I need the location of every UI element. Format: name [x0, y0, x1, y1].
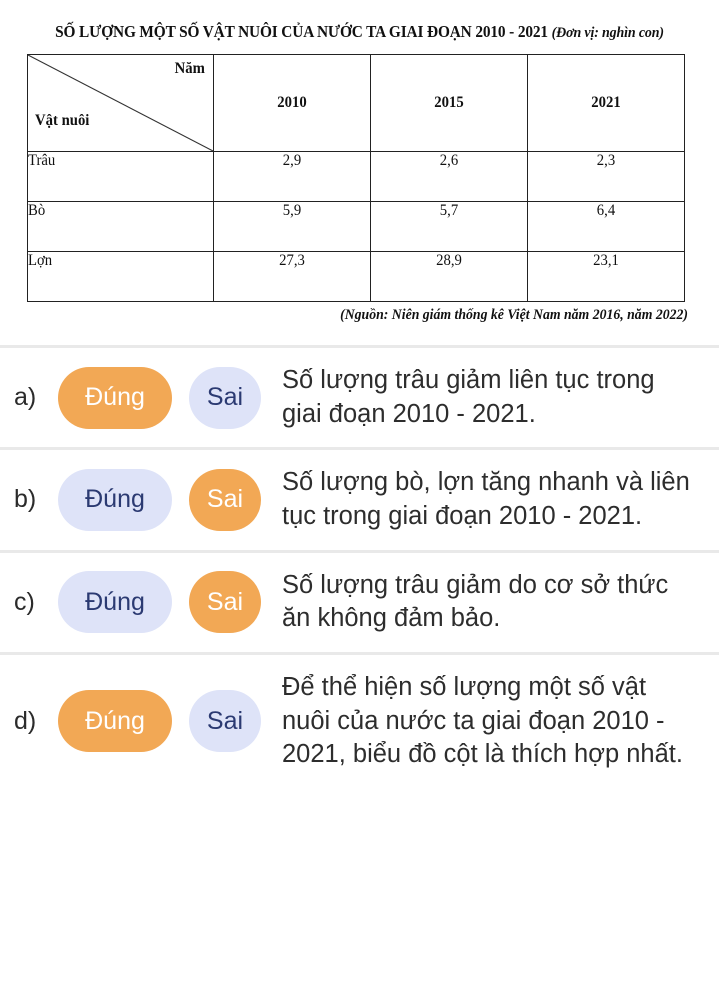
page-title: SỐ LƯỢNG MỘT SỐ VẬT NUÔI CỦA NƯỚC TA GIA… [34, 22, 684, 42]
row-label-lon: Lợn [27, 251, 214, 302]
cell-trau-2015-text: 2,6 [439, 152, 459, 169]
table-row: Bò 5,9 5,7 6,4 [27, 201, 685, 252]
table-row: Lợn 27,3 28,9 23,1 [27, 251, 685, 302]
question-text-d: Để thể hiện số lượng một số vật nuôi của… [282, 672, 683, 769]
question-text-a: Số lượng trâu giảm liên tục trong giai đ… [282, 366, 655, 428]
question-key-d: d) [14, 706, 37, 735]
row-label-bo-text: Bò [28, 202, 46, 219]
column-header-2015-text: 2015 [434, 94, 464, 111]
cell-lon-2021-text: 23,1 [593, 252, 619, 269]
column-header-2021-text: 2021 [591, 94, 621, 111]
cell-lon-2015: 28,9 [370, 251, 528, 302]
question-key-b: b) [14, 485, 37, 514]
cell-bo-2015: 5,7 [370, 201, 528, 252]
answer-pills-b: Đúng Sai [58, 468, 276, 531]
question-row-c: c) Đúng Sai Số lượng trâu giảm do cơ sở … [0, 553, 719, 652]
answer-sai-a[interactable]: Sai [189, 366, 261, 429]
page-title-block: SỐ LƯỢNG MỘT SỐ VẬT NUÔI CỦA NƯỚC TA GIA… [0, 0, 719, 42]
answer-sai-c[interactable]: Sai [189, 571, 261, 634]
cell-lon-2010: 27,3 [213, 251, 371, 302]
cell-trau-2010: 2,9 [213, 151, 371, 202]
page-title-unit: (Đơn vị: nghìn con) [551, 25, 664, 41]
table-header-row: Năm Vật nuôi 2010 2015 2021 [27, 54, 685, 152]
cell-lon-2010-text: 27,3 [279, 252, 305, 269]
cell-bo-2010: 5,9 [213, 201, 371, 252]
cell-lon-2015-text: 28,9 [436, 252, 462, 269]
answer-pills-c: Đúng Sai [58, 571, 276, 634]
row-label-trau-text: Trâu [28, 152, 56, 169]
cell-bo-2015-text: 5,7 [439, 202, 459, 219]
question-row-d: d) Đúng Sai Để thể hiện số lượng một số … [0, 655, 719, 788]
table-corner-cell: Năm Vật nuôi [27, 54, 214, 152]
answer-dung-c[interactable]: Đúng [58, 571, 172, 634]
question-text-c: Số lượng trâu giảm do cơ sở thức ăn khôn… [282, 570, 669, 633]
table-row: Trâu 2,9 2,6 2,3 [27, 151, 685, 202]
cell-trau-2021: 2,3 [527, 151, 685, 202]
row-label-bo: Bò [27, 201, 214, 252]
corner-year-label: Năm [174, 60, 205, 77]
answer-sai-d[interactable]: Sai [189, 690, 261, 753]
cell-bo-2021: 6,4 [527, 201, 685, 252]
cell-trau-2021-text: 2,3 [596, 152, 616, 169]
question-row-b: b) Đúng Sai Số lượng bò, lợn tăng nhanh … [0, 450, 719, 549]
cell-trau-2015: 2,6 [370, 151, 528, 202]
question-key-c: c) [14, 587, 35, 616]
cell-lon-2021: 23,1 [527, 251, 685, 302]
cell-bo-2021-text: 6,4 [596, 202, 616, 219]
column-header-2021: 2021 [527, 54, 685, 152]
answer-dung-b[interactable]: Đúng [58, 468, 172, 531]
answer-pills-a: Đúng Sai [58, 366, 276, 429]
corner-animal-label: Vật nuôi [35, 112, 90, 129]
statistics-table: Năm Vật nuôi 2010 2015 2021 Trâu 2,9 2,6… [27, 54, 685, 302]
row-label-trau: Trâu [27, 151, 214, 202]
answer-sai-b[interactable]: Sai [189, 468, 261, 531]
question-row-a: a) Đúng Sai Số lượng trâu giảm liên tục … [0, 348, 719, 447]
column-header-2015: 2015 [370, 54, 528, 152]
table-source-note: (Nguồn: Niên giám thống kê Việt Nam năm … [340, 307, 688, 323]
question-list: a) Đúng Sai Số lượng trâu giảm liên tục … [0, 345, 719, 788]
cell-bo-2010-text: 5,9 [282, 202, 302, 219]
row-label-lon-text: Lợn [28, 252, 53, 269]
column-header-2010: 2010 [213, 54, 371, 152]
answer-dung-a[interactable]: Đúng [58, 366, 172, 429]
cell-trau-2010-text: 2,9 [282, 152, 302, 169]
statistics-table-wrapper: Năm Vật nuôi 2010 2015 2021 Trâu 2,9 2,6… [27, 54, 690, 302]
page-title-main: SỐ LƯỢNG MỘT SỐ VẬT NUÔI CỦA NƯỚC TA GIA… [55, 22, 548, 41]
answer-pills-d: Đúng Sai [58, 690, 276, 753]
question-key-a: a) [14, 383, 37, 412]
column-header-2010-text: 2010 [277, 94, 307, 111]
answer-dung-d[interactable]: Đúng [58, 690, 172, 753]
question-text-b: Số lượng bò, lợn tăng nhanh và liên tục … [282, 468, 690, 530]
